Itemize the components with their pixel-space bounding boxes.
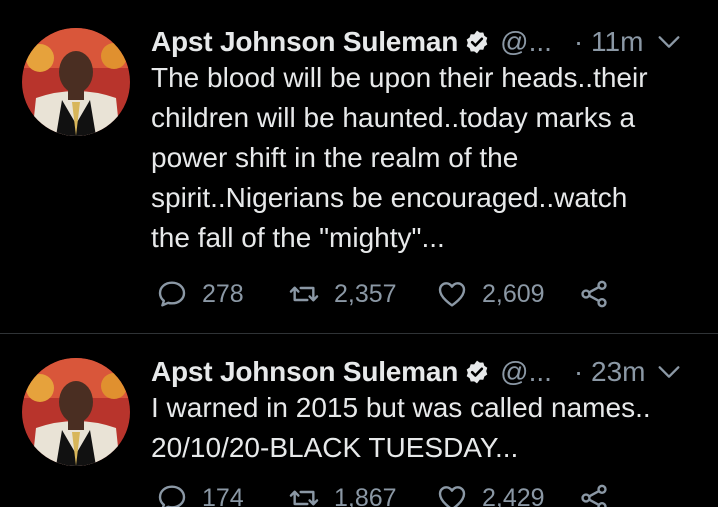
retweet-count: 1,867 (334, 483, 397, 507)
like-icon (438, 282, 466, 307)
reply-button[interactable]: 278 (156, 278, 288, 310)
reply-icon (158, 485, 186, 507)
author-handle[interactable]: @... (500, 356, 552, 388)
tweet-timestamp[interactable]: · 23m (574, 356, 646, 388)
retweet-count: 2,357 (334, 279, 397, 308)
reply-button[interactable]: 174 (156, 482, 288, 507)
tweet-text: The blood will be upon their heads..thei… (151, 62, 648, 253)
like-count: 2,429 (482, 483, 545, 507)
chevron-down-icon[interactable] (655, 28, 683, 56)
tweet-actions: 278 2,357 2,609 (156, 277, 610, 311)
like-icon (438, 486, 466, 507)
like-button[interactable]: 2,429 (436, 482, 578, 507)
chevron-down-icon[interactable] (655, 358, 683, 386)
author-handle[interactable]: @... (500, 26, 552, 58)
avatar[interactable] (22, 358, 130, 466)
tweet[interactable]: Apst Johnson Suleman @... · 11m The bloo… (0, 0, 718, 333)
retweet-button[interactable]: 1,867 (288, 482, 436, 507)
share-button[interactable] (578, 482, 610, 507)
share-icon (581, 484, 607, 507)
verified-badge-icon (464, 359, 490, 385)
reply-icon (158, 281, 186, 307)
retweet-icon (289, 490, 319, 506)
author-name[interactable]: Apst Johnson Suleman (151, 26, 458, 58)
reply-count: 174 (202, 483, 244, 507)
share-button[interactable] (578, 278, 610, 310)
like-count: 2,609 (482, 279, 545, 308)
avatar[interactable] (22, 28, 130, 136)
tweet-timestamp[interactable]: · 11m (574, 26, 644, 58)
tweet[interactable]: Apst Johnson Suleman @... · 23m I warned… (0, 334, 718, 507)
reply-count: 278 (202, 279, 244, 308)
verified-badge-icon (464, 29, 490, 55)
tweet-actions: 174 1,867 2,429 (156, 481, 610, 507)
retweet-icon (289, 286, 319, 302)
author-name[interactable]: Apst Johnson Suleman (151, 356, 458, 388)
tweet-text: I warned in 2015 but was called names.. … (151, 392, 651, 463)
like-button[interactable]: 2,609 (436, 278, 578, 310)
share-icon (581, 280, 607, 308)
retweet-button[interactable]: 2,357 (288, 278, 436, 310)
